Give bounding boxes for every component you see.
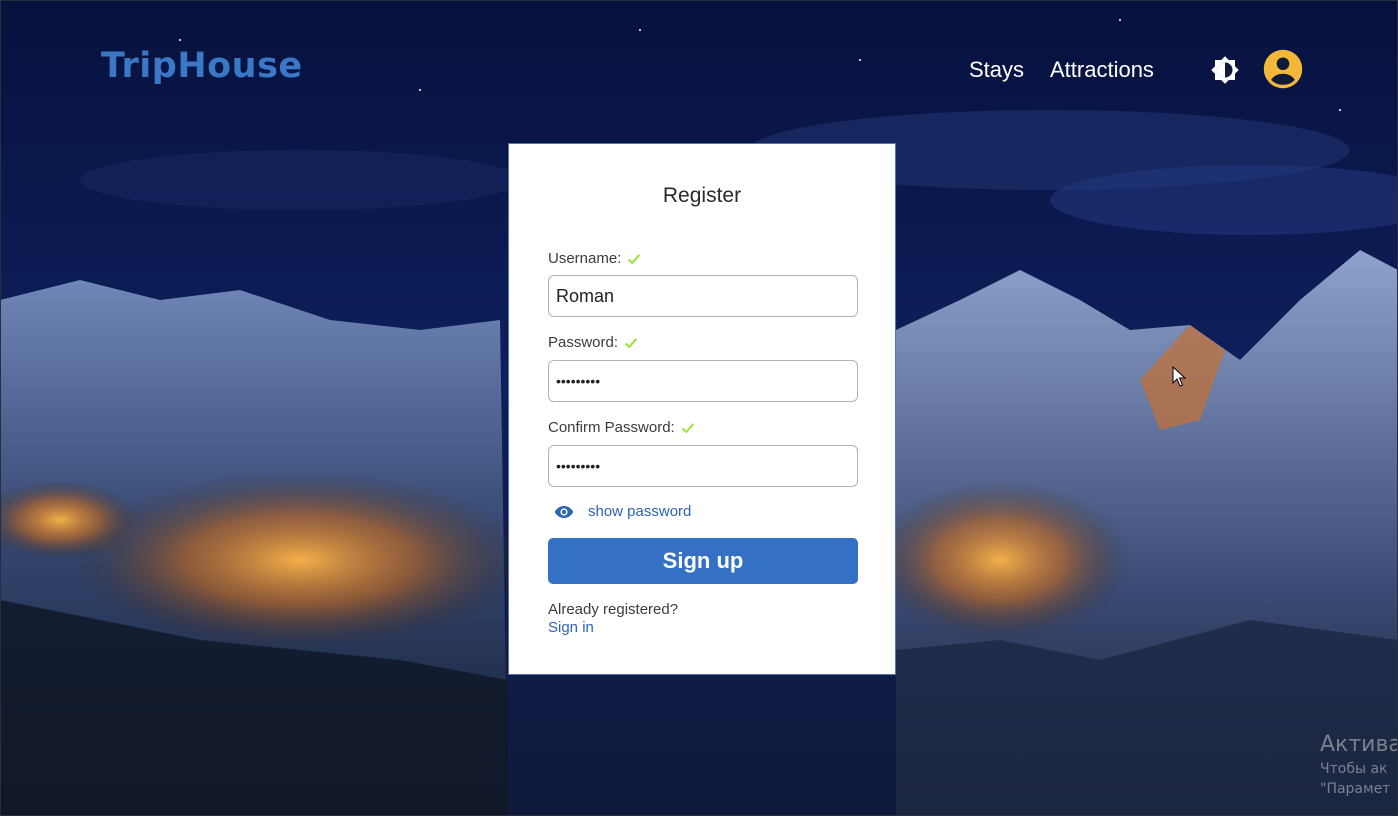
watermark-line-1: Чтобы ак [1320,761,1388,777]
username-label: Username: [548,250,622,267]
windows-activation-watermark: Актива Чтобы ак "Парамет [1320,732,1398,797]
username-valid-check-icon [628,253,641,264]
already-registered-text: Already registered? [548,601,679,618]
confirm-password-label: Confirm Password: [548,419,675,436]
password-label: Password: [548,334,619,351]
mouse-cursor-icon [1172,366,1186,387]
register-card: Register Username: Roman Password: •••••… [508,143,896,675]
confirm-password-valid-check-icon [681,422,694,433]
show-password-toggle[interactable]: show password [554,503,691,520]
nav-attractions-link[interactable]: Attractions [1050,57,1154,83]
sign-up-button[interactable]: Sign up [548,538,858,584]
password-input[interactable]: ••••••••• [548,360,858,402]
brightness-icon[interactable] [1210,55,1240,85]
password-valid-check-icon [624,337,638,348]
username-label-row: Username: [548,250,641,267]
password-label-row: Password: [548,334,638,351]
sign-in-link[interactable]: Sign in [548,619,594,636]
confirm-password-input[interactable]: ••••••••• [548,445,858,487]
confirm-password-label-row: Confirm Password: [548,419,695,436]
watermark-title: Актива [1320,732,1398,757]
nav-stays-link[interactable]: Stays [969,57,1024,83]
username-input[interactable]: Roman [548,275,858,317]
eye-icon [554,505,574,518]
show-password-label[interactable]: show password [588,503,691,520]
register-title: Register [662,184,742,207]
triphouse-logo[interactable]: TripHouse [101,46,303,86]
watermark-line-2: "Парамет [1320,781,1391,797]
account-circle-icon[interactable] [1262,48,1304,90]
